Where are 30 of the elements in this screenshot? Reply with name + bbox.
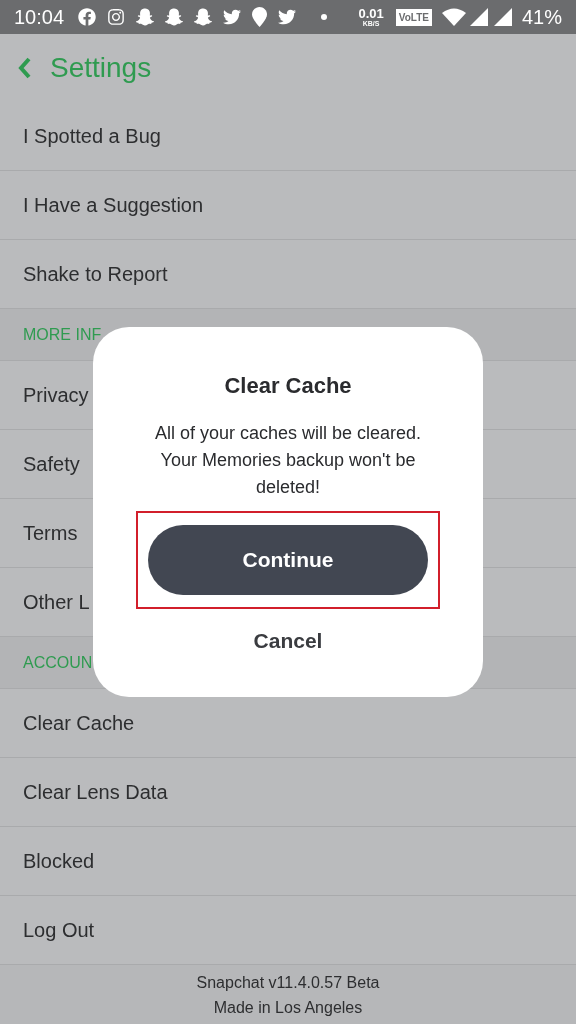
- settings-item[interactable]: I Spotted a Bug: [0, 102, 576, 171]
- dialog-title: Clear Cache: [224, 372, 352, 400]
- settings-item[interactable]: Clear Lens Data: [0, 758, 576, 827]
- instagram-icon: [107, 8, 126, 26]
- ghost-icon: [194, 8, 213, 26]
- page-title: Settings: [50, 51, 152, 85]
- ghost-icon: [165, 8, 184, 26]
- back-icon[interactable]: [18, 57, 32, 79]
- facebook-icon: [78, 8, 97, 26]
- footer-text: Made in Los Angeles: [213, 997, 363, 1018]
- wifi-icon: [441, 8, 466, 26]
- bird-icon: [278, 8, 297, 26]
- settings-item[interactable]: I Have a Suggestion: [0, 171, 576, 240]
- continue-button[interactable]: Continue: [148, 525, 428, 595]
- clock: 10:04: [14, 5, 65, 30]
- battery-level: 41%: [521, 5, 562, 30]
- section-heading: ACCOUN: [23, 652, 93, 673]
- dot-icon: [321, 14, 328, 20]
- settings-item[interactable]: Blocked: [0, 827, 576, 896]
- cancel-button[interactable]: Cancel: [253, 625, 323, 657]
- pin-icon: [252, 7, 268, 27]
- footer-text: Snapchat v11.4.0.57 Beta: [196, 972, 380, 993]
- ghost-icon: [136, 8, 155, 26]
- signal-icon: [469, 8, 488, 26]
- dialog-message: All of your caches will be cleared. Your Memories backup won't be deleted!: [153, 422, 423, 499]
- data-speed: 0.01: [358, 7, 384, 20]
- network-badge: VoLTE: [395, 8, 432, 26]
- section-heading: MORE INF: [23, 324, 102, 345]
- bird-icon: [223, 8, 242, 26]
- signal-icon: [493, 8, 512, 26]
